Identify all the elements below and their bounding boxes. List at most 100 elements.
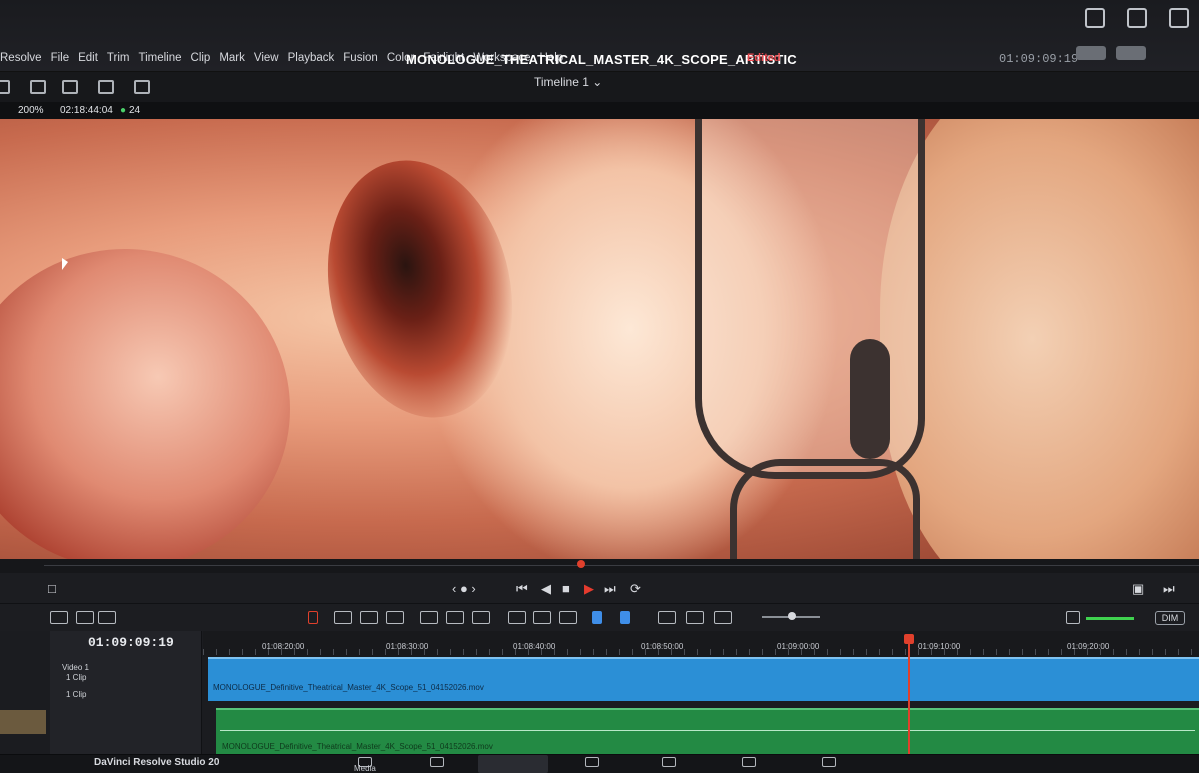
go-to-start-icon[interactable]: ⏮ — [516, 581, 528, 597]
ruler-label: 01:08:30:00 — [386, 642, 429, 651]
panel-icon[interactable] — [1169, 8, 1189, 28]
frame-temple — [880, 119, 1199, 559]
audio-clip-name: MONOLOGUE_Definitive_Theatrical_Master_4… — [222, 742, 493, 751]
fairlight-page-icon[interactable] — [742, 757, 756, 767]
reverse-play-icon[interactable]: ◀ — [541, 581, 551, 597]
timeline-playhead[interactable] — [908, 638, 910, 758]
track-headers — [50, 631, 202, 773]
sound-library-icon[interactable] — [98, 80, 114, 94]
edit-toolbar — [0, 603, 1199, 631]
timeline-ruler[interactable] — [203, 631, 1199, 657]
scrub-playhead[interactable] — [577, 560, 585, 568]
replace-clip-icon[interactable] — [472, 611, 490, 624]
fps-readout: 24 — [129, 105, 141, 116]
menu-timeline[interactable]: Timeline — [138, 52, 181, 64]
linked-selection-icon[interactable] — [533, 611, 551, 624]
menu-mark[interactable]: Mark — [219, 52, 245, 64]
ruler-label: 01:08:50:00 — [641, 642, 684, 651]
ruler-label: 01:09:10:00 — [918, 642, 961, 651]
share-icon[interactable] — [1085, 8, 1105, 28]
scrub-track — [44, 565, 1199, 566]
transport-controls: □ ‹ ● › ⏮ ◀ ■ ▶ ⏭ ⟳ ▣ ⏭ — [0, 573, 1199, 603]
zoom-select[interactable]: 200% — [18, 105, 44, 116]
menu-trim[interactable]: Trim — [107, 52, 130, 64]
ruler-label: 01:08:20:00 — [262, 642, 305, 651]
fusion-page-icon[interactable] — [585, 757, 599, 767]
menu-edit[interactable]: Edit — [78, 52, 98, 64]
mouse-cursor-icon — [62, 258, 68, 270]
insert-clip-icon[interactable] — [420, 611, 438, 624]
video-track-label: Video 1 — [62, 663, 89, 672]
selection-tool-icon[interactable] — [308, 611, 318, 624]
viewer-scrubber[interactable] — [0, 559, 1199, 573]
edit-index-icon[interactable] — [62, 80, 78, 94]
zoom-detail-icon[interactable] — [686, 611, 704, 624]
viewer-toggles — [1076, 46, 1146, 60]
playhead-handle[interactable] — [904, 634, 914, 644]
stop-icon[interactable]: ■ — [562, 581, 570, 596]
menu-clip[interactable]: Clip — [191, 52, 211, 64]
timeline-zoom-knob[interactable] — [788, 612, 796, 620]
edit-page-tab[interactable] — [478, 755, 548, 773]
layout-icon[interactable] — [1127, 8, 1147, 28]
media-page-label[interactable]: Media — [354, 764, 376, 773]
cut-page-icon[interactable] — [430, 757, 444, 767]
effects-icon[interactable] — [30, 80, 46, 94]
project-title: MONOLOGUE_THEATRICAL_MASTER_4K_SCOPE_ART… — [406, 52, 797, 67]
play-icon[interactable]: ▶ — [584, 581, 594, 597]
snapping-icon[interactable] — [508, 611, 526, 624]
video-viewer[interactable] — [0, 119, 1199, 559]
menu-resolve[interactable]: Resolve — [0, 52, 42, 64]
dim-button[interactable]: DIM — [1155, 611, 1185, 625]
menu-playback[interactable]: Playback — [288, 52, 335, 64]
viewer-status-row: 200% 02:18:44:04 ● 24 — [0, 102, 1199, 119]
frame-glasses-bridge — [850, 339, 890, 459]
timeline-name-dropdown[interactable]: Timeline 1 ⌄ — [534, 75, 602, 89]
dynamic-trim-icon[interactable] — [360, 611, 378, 624]
ruler-label: 01:08:40:00 — [513, 642, 556, 651]
inspector-icon[interactable] — [134, 80, 150, 94]
timeline-view-icon[interactable] — [76, 611, 94, 624]
frame-glasses-lens-2 — [730, 459, 920, 559]
color-page-icon[interactable] — [662, 757, 676, 767]
zoom-custom-icon[interactable] — [714, 611, 732, 624]
frame-glasses-lens — [695, 119, 925, 479]
video-clip-name: MONOLOGUE_Definitive_Theatrical_Master_4… — [213, 683, 484, 692]
top-timecode: 01:09:09:19 — [999, 52, 1079, 66]
menu-fusion[interactable]: Fusion — [343, 52, 378, 64]
next-frame-icon[interactable]: ⏭ — [1163, 581, 1175, 597]
menu-view[interactable]: View — [254, 52, 279, 64]
overwrite-clip-icon[interactable] — [446, 611, 464, 624]
menu-bar: Resolve File Edit Trim Timeline Clip Mar… — [0, 0, 1199, 72]
audio-meter-icon[interactable] — [98, 611, 116, 624]
overlay-icon[interactable] — [1116, 46, 1146, 60]
volume-icon[interactable] — [1066, 611, 1080, 624]
flag-icon[interactable] — [592, 611, 602, 624]
media-pool-icon[interactable] — [0, 80, 10, 94]
viewer-mode-icon[interactable] — [1076, 46, 1106, 60]
go-to-end-icon[interactable]: ⏭ — [604, 581, 616, 597]
top-right-icons — [1085, 8, 1189, 28]
jog-control[interactable]: ‹ ● › — [452, 581, 476, 596]
video-clip[interactable] — [208, 657, 1199, 701]
loop-icon[interactable]: ⟳ — [630, 581, 641, 597]
layout-presets-icon[interactable] — [50, 611, 68, 624]
fullscreen-icon[interactable]: ▣ — [1132, 581, 1144, 597]
ruler-label: 01:09:20:00 — [1067, 642, 1110, 651]
audio-waveform — [220, 730, 1195, 731]
ruler-label: 01:09:00:00 — [777, 642, 820, 651]
blade-tool-icon[interactable] — [386, 611, 404, 624]
volume-slider[interactable] — [1086, 617, 1134, 620]
app-brand: DaVinci Resolve Studio 20 — [94, 757, 220, 768]
menu-file[interactable]: File — [51, 52, 70, 64]
zoom-full-icon[interactable] — [658, 611, 676, 624]
position-lock-icon[interactable] — [559, 611, 577, 624]
duration-readout: 02:18:44:04 — [60, 105, 113, 116]
timeline-timecode[interactable]: 01:09:09:19 — [88, 635, 174, 650]
crop-icon[interactable]: □ — [48, 581, 56, 596]
audio-track-clip-count: 1 Clip — [66, 690, 87, 699]
trim-tool-icon[interactable] — [334, 611, 352, 624]
deliver-page-icon[interactable] — [822, 757, 836, 767]
marker-icon[interactable] — [620, 611, 630, 624]
desk-surface — [0, 710, 46, 734]
